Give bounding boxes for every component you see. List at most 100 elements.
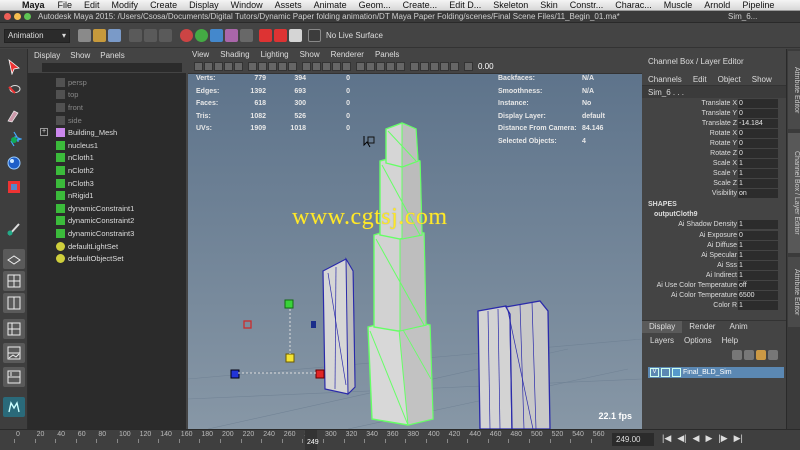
layer-row[interactable]: V Final_BLD_Sim (648, 367, 784, 378)
channelbox-menu-show[interactable]: Show (752, 75, 772, 84)
wireframe-on-shaded-icon[interactable] (332, 62, 341, 71)
step-back-frame-icon[interactable]: ◀ (693, 433, 700, 444)
channelbox-object-name[interactable]: Sim_6 . . . (642, 86, 786, 98)
outliner-menu-display[interactable]: Display (34, 51, 60, 60)
film-gate-icon[interactable] (248, 62, 257, 71)
layout-persp-graph-icon[interactable] (3, 343, 25, 363)
outliner-item[interactable]: nCloth1 (28, 152, 186, 165)
layout-single-icon[interactable] (3, 249, 25, 269)
step-back-key-icon[interactable]: ◀| (677, 433, 686, 444)
sculpt-tool-icon[interactable] (3, 219, 25, 239)
shape-attribute-name[interactable]: Color R (642, 302, 738, 309)
save-scene-icon[interactable] (108, 29, 121, 42)
layout-persp-outliner-icon[interactable] (3, 319, 25, 339)
shape-attribute-name[interactable]: Ai Sss (642, 262, 738, 269)
channel-attribute-value[interactable]: 0 (738, 149, 778, 159)
channel-attribute-value[interactable]: 1 (738, 169, 778, 179)
outliner-item[interactable]: top (28, 89, 186, 102)
expand-icon[interactable]: + (40, 128, 48, 137)
outliner-item[interactable]: defaultLightSet (28, 240, 186, 253)
depth-of-field-icon[interactable] (410, 62, 419, 71)
channel-attribute-value[interactable]: 0 (738, 108, 778, 118)
layer-menu-options[interactable]: Options (684, 336, 712, 345)
textured-icon[interactable] (342, 62, 351, 71)
outliner-item[interactable]: front (28, 101, 186, 114)
layer-type-toggle[interactable] (661, 368, 670, 377)
layer-name[interactable]: Final_BLD_Sim (683, 369, 732, 376)
menu-charac[interactable]: Charac... (615, 0, 652, 10)
ipr-render-icon[interactable] (274, 29, 287, 42)
paint-select-tool-icon[interactable] (3, 105, 25, 125)
channel-attribute-name[interactable]: Translate X (642, 100, 738, 107)
layer-move-up-icon[interactable] (756, 350, 766, 360)
history-icon[interactable] (240, 29, 253, 42)
shadows-icon[interactable] (366, 62, 375, 71)
tab-attribute-editor-top[interactable]: Attribute Editor (788, 51, 800, 129)
channel-attribute-value[interactable]: on (738, 189, 778, 199)
shape-attribute-value[interactable]: 0 (738, 230, 778, 240)
new-layer-selected-icon[interactable] (744, 350, 754, 360)
zoom-window-icon[interactable] (24, 13, 31, 20)
shape-attribute-name[interactable]: Ai Use Color Temperature (642, 282, 738, 289)
layer-color-swatch[interactable] (672, 368, 681, 377)
channel-attribute-value[interactable]: 0 (738, 128, 778, 138)
shape-attribute-value[interactable]: 1 (738, 301, 778, 311)
xray-joints-icon[interactable] (440, 62, 449, 71)
shape-attribute-name[interactable]: Ai Specular (642, 252, 738, 259)
snap-point-icon[interactable] (210, 29, 223, 42)
time-slider[interactable]: 0204060801001201401601802002202402602803… (0, 429, 800, 450)
move-tool-icon[interactable] (3, 129, 25, 149)
channel-attribute-value[interactable]: 0 (738, 138, 778, 148)
mode-selector[interactable]: Animation ▾ (4, 28, 70, 43)
shape-attribute-name[interactable]: Ai Exposure (642, 232, 738, 239)
outliner-item[interactable]: nucleus1 (28, 139, 186, 152)
layer-move-down-icon[interactable] (768, 350, 778, 360)
channel-attribute-name[interactable]: Scale Y (642, 170, 738, 177)
viewport-panel[interactable]: View Shading Lighting Show Renderer Panels 0.… (188, 49, 642, 429)
menu-display[interactable]: Display (189, 0, 219, 10)
tab-render[interactable]: Render (682, 321, 722, 333)
viewport-menu-show[interactable]: Show (300, 50, 320, 59)
outliner-menu-show[interactable]: Show (70, 51, 90, 60)
new-scene-icon[interactable] (78, 29, 91, 42)
xray-components-icon[interactable] (450, 62, 459, 71)
menu-edit-d[interactable]: Edit D... (449, 0, 481, 10)
shape-name[interactable]: outputCloth9 (642, 210, 786, 220)
outliner-item[interactable]: + Building_Mesh (28, 126, 186, 139)
menu-muscle[interactable]: Muscle (664, 0, 693, 10)
snap-curve-icon[interactable] (195, 29, 208, 42)
current-time-field[interactable]: 249.00 (612, 433, 654, 446)
anti-aliasing-icon[interactable] (396, 62, 405, 71)
scale-tool-icon[interactable] (3, 177, 25, 197)
layer-menu-layers[interactable]: Layers (650, 336, 674, 345)
outliner-menu-panels[interactable]: Panels (100, 51, 124, 60)
channelbox-menu-channels[interactable]: Channels (648, 75, 682, 84)
viewport-menu-shading[interactable]: Shading (220, 50, 249, 59)
channel-attribute-value[interactable]: -14.184 (738, 118, 778, 128)
tab-display[interactable]: Display (642, 321, 683, 333)
layer-visibility-toggle[interactable]: V (650, 368, 659, 377)
safe-title-icon[interactable] (302, 62, 311, 71)
menu-window[interactable]: Window (231, 0, 263, 10)
outliner-item[interactable]: persp (28, 76, 186, 89)
outliner-item[interactable]: nCloth2 (28, 164, 186, 177)
step-forward-key-icon[interactable]: |▶ (718, 433, 727, 444)
shape-attribute-value[interactable]: 1 (738, 220, 778, 230)
tab-attribute-editor-bottom[interactable]: Attribute Editor (788, 257, 800, 327)
outliner-item[interactable]: side (28, 114, 186, 127)
wireframe-icon[interactable] (312, 62, 321, 71)
menu-arnold[interactable]: Arnold (704, 0, 730, 10)
lasso-tool-icon[interactable] (3, 81, 25, 101)
play-forward-icon[interactable]: ▶ (705, 433, 712, 444)
shape-attribute-value[interactable]: 1 (738, 250, 778, 260)
menu-geom[interactable]: Geom... (359, 0, 391, 10)
viewport-menu-renderer[interactable]: Renderer (331, 50, 364, 59)
go-to-start-icon[interactable]: |◀ (662, 433, 671, 444)
use-lights-icon[interactable] (356, 62, 365, 71)
outliner-item[interactable]: nRigid1 (28, 189, 186, 202)
select-component-icon[interactable] (159, 29, 172, 42)
resolution-gate-icon[interactable] (258, 62, 267, 71)
channel-attribute-name[interactable]: Scale Z (642, 180, 738, 187)
select-hierarchy-icon[interactable] (129, 29, 142, 42)
open-scene-icon[interactable] (93, 29, 106, 42)
